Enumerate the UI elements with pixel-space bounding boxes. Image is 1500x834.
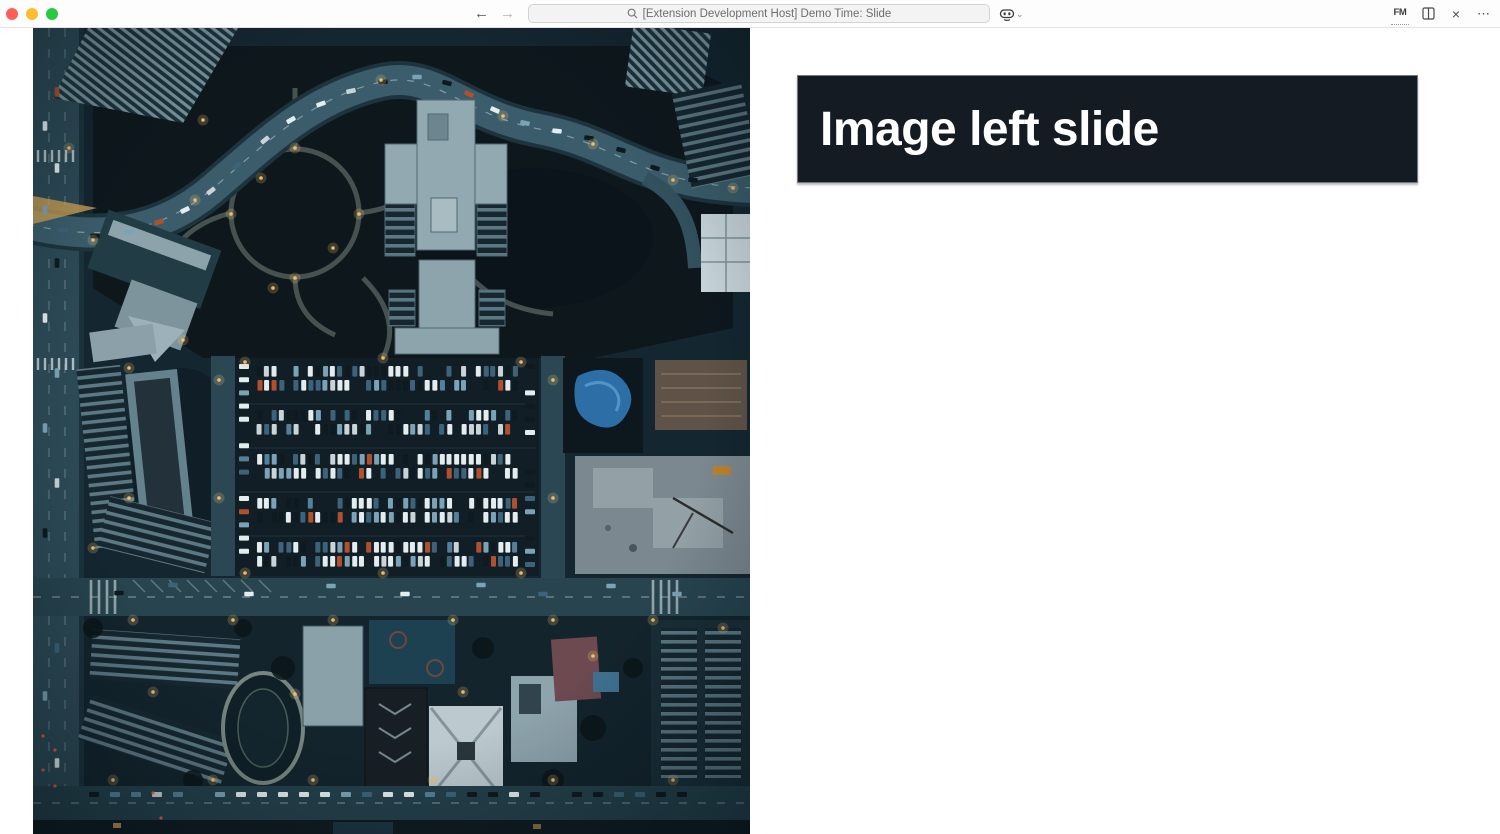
- split-editor-icon[interactable]: [1419, 4, 1437, 24]
- traffic-lights: [6, 0, 58, 27]
- close-editor-icon[interactable]: ×: [1447, 4, 1465, 24]
- aerial-city-image: [33, 28, 750, 834]
- editor-actions: FM × ⋯: [1391, 0, 1493, 27]
- search-icon: [627, 8, 638, 19]
- minimize-window-button[interactable]: [26, 8, 38, 20]
- slide-canvas: Image left slide: [0, 28, 1500, 834]
- slide-title-banner: Image left slide: [797, 75, 1418, 183]
- frontmatter-icon[interactable]: FM: [1391, 3, 1409, 25]
- command-center-text: [Extension Development Host] Demo Time: …: [643, 8, 892, 20]
- titlebar: ← → [Extension Development Host] Demo Ti…: [0, 0, 1500, 28]
- chevron-down-icon: ⌄: [1016, 9, 1024, 20]
- forward-button[interactable]: →: [500, 6, 515, 21]
- history-navigation: ← →: [474, 0, 515, 27]
- command-center[interactable]: [Extension Development Host] Demo Time: …: [528, 4, 990, 23]
- copilot-icon: [999, 7, 1015, 21]
- slide-image: [33, 28, 750, 834]
- app-window: ← → [Extension Development Host] Demo Ti…: [0, 0, 1500, 834]
- close-window-button[interactable]: [6, 8, 18, 20]
- slide-title: Image left slide: [798, 102, 1159, 157]
- more-actions-icon[interactable]: ⋯: [1475, 4, 1493, 24]
- copilot-menu[interactable]: ⌄: [999, 0, 1024, 27]
- back-button[interactable]: ←: [474, 6, 489, 21]
- zoom-window-button[interactable]: [46, 8, 58, 20]
